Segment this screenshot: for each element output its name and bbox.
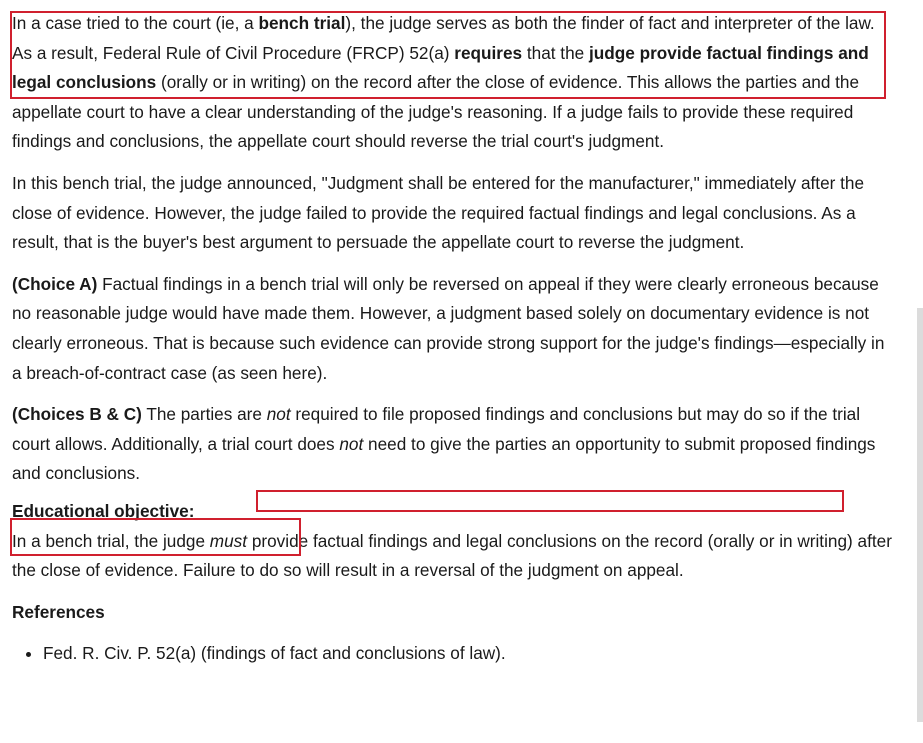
- explanation-paragraph-2: In this bench trial, the judge announced…: [12, 172, 865, 253]
- scrollbar-thumb[interactable]: [917, 308, 923, 722]
- choice-bc-label: (Choices B & C): [12, 404, 142, 425]
- explanation-paragraph-1: In a case tried to the court (ie, a benc…: [12, 9, 898, 157]
- bold-term-bench-trial: bench trial: [258, 13, 346, 33]
- educational-objective-text: In a bench trial, the judge must provide…: [12, 527, 898, 586]
- text-run: that the: [522, 42, 589, 63]
- italic-must: must: [209, 530, 248, 551]
- educational-objective-heading: Educational objective:: [12, 500, 195, 521]
- choice-a-label: (Choice A): [12, 273, 98, 294]
- bold-term-requires: requires: [454, 42, 523, 63]
- choice-a-paragraph: (Choice A) Factual findings in a bench t…: [12, 270, 898, 388]
- references-list: Fed. R. Civ. P. 52(a) (findings of fact …: [12, 639, 898, 669]
- italic-not: not: [266, 404, 291, 425]
- reference-item: Fed. R. Civ. P. 52(a) (findings of fact …: [43, 639, 898, 669]
- text-run: The parties are: [141, 404, 267, 425]
- text-run: In a bench trial, the judge: [12, 530, 210, 551]
- choice-bc-paragraph: (Choices B & C) The parties are not requ…: [12, 400, 898, 489]
- italic-not: not: [339, 433, 364, 454]
- choice-a-text: Factual findings in a bench trial will o…: [12, 273, 885, 383]
- references-heading: References: [12, 601, 105, 622]
- text-run: In a case tried to the court (ie, a: [12, 13, 259, 33]
- vertical-scrollbar[interactable]: [917, 0, 923, 743]
- explanation-content: In a case tried to the court (ie, a benc…: [12, 9, 898, 669]
